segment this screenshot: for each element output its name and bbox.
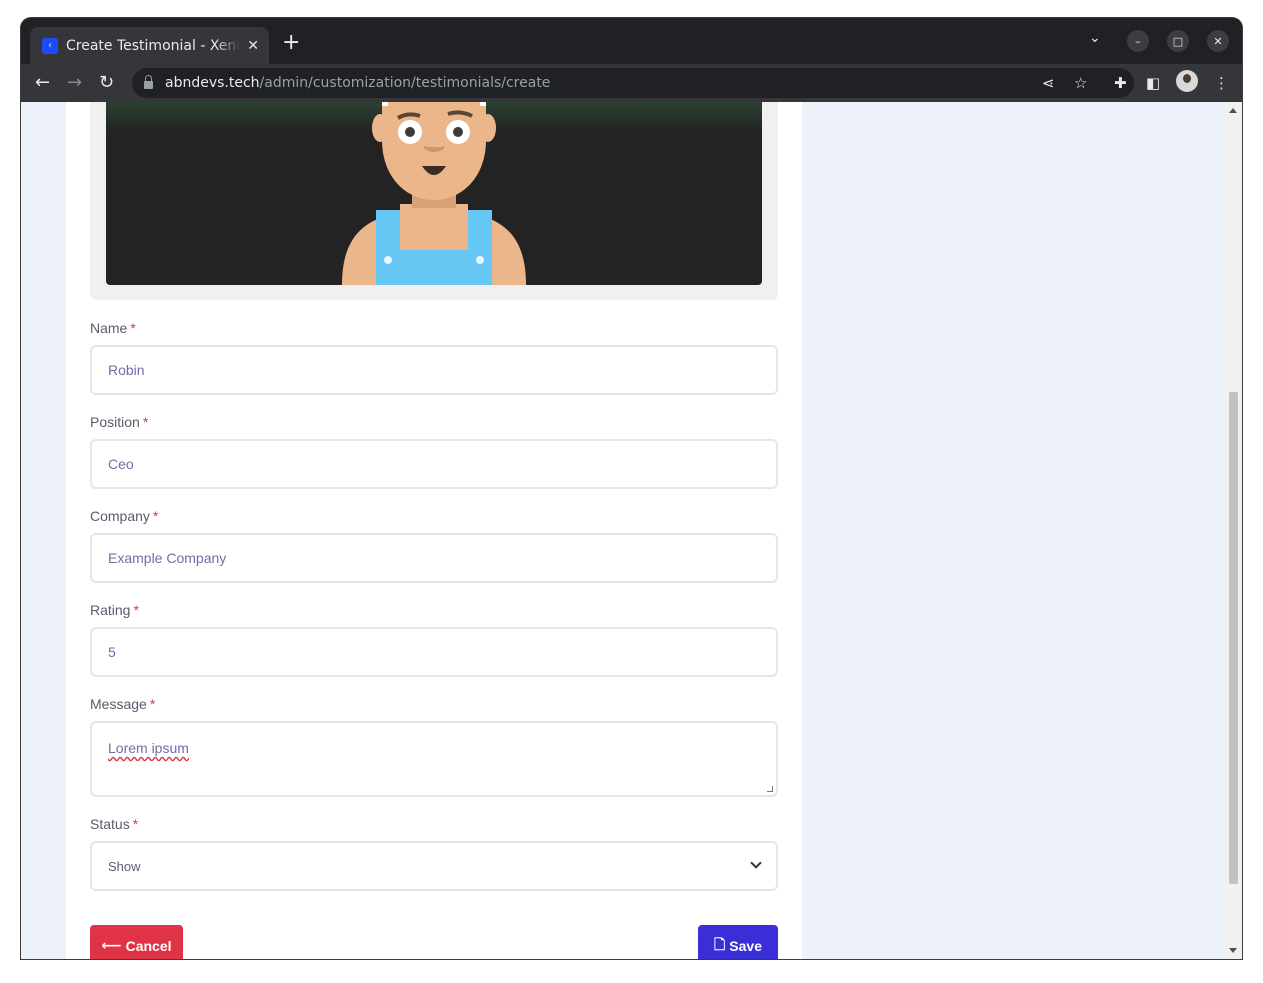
position-label: Position * bbox=[90, 414, 149, 430]
avatar-illustration bbox=[342, 102, 526, 285]
maximize-icon[interactable]: □ bbox=[1167, 30, 1189, 52]
rating-label: Rating * bbox=[90, 602, 139, 618]
page-viewport: Name * Robin Position * Ceo Company * Examp… bbox=[21, 102, 1242, 959]
resize-handle-icon[interactable] bbox=[767, 786, 773, 792]
close-window-icon[interactable]: ✕ bbox=[1207, 30, 1229, 52]
favicon-icon: ‹ bbox=[42, 37, 58, 54]
message-label: Message * bbox=[90, 696, 156, 712]
side-panel-icon[interactable]: ◧ bbox=[1146, 74, 1160, 92]
page-scrollbar[interactable] bbox=[1225, 102, 1242, 959]
company-input[interactable]: Example Company bbox=[90, 533, 778, 583]
new-tab-button[interactable]: + bbox=[282, 30, 300, 55]
chevron-down-icon bbox=[750, 857, 762, 869]
tab-strip: ‹ Create Testimonial - Xenith ✕ + ⌄ – □ … bbox=[21, 18, 1242, 64]
name-input[interactable]: Robin bbox=[90, 345, 778, 395]
url-host: abndevs.tech bbox=[165, 75, 260, 91]
scroll-down-icon[interactable] bbox=[1229, 948, 1237, 953]
kebab-menu-icon[interactable]: ⋮ bbox=[1214, 74, 1229, 92]
save-button[interactable]: 🗋 Save bbox=[698, 925, 778, 959]
company-label: Company * bbox=[90, 508, 159, 524]
rating-input[interactable]: 5 bbox=[90, 627, 778, 677]
lock-icon[interactable] bbox=[144, 75, 153, 89]
minimize-icon[interactable]: – bbox=[1127, 30, 1149, 52]
star-icon[interactable]: ☆ bbox=[1074, 74, 1087, 92]
tab-close-icon[interactable]: ✕ bbox=[247, 38, 259, 54]
browser-toolbar: ← → ↻ abndevs.tech/admin/customization/t… bbox=[21, 64, 1242, 102]
browser-tab[interactable]: ‹ Create Testimonial - Xenith ✕ bbox=[30, 27, 269, 64]
cancel-button[interactable]: ⟵ Cancel bbox=[90, 925, 183, 959]
status-label: Status * bbox=[90, 816, 139, 832]
image-preview-frame bbox=[90, 102, 778, 300]
url-path: /admin/customization/testimonials/create bbox=[259, 75, 551, 91]
reload-icon[interactable]: ↻ bbox=[99, 72, 114, 93]
form-card: Name * Robin Position * Ceo Company * Examp… bbox=[66, 102, 802, 959]
tab-title: Create Testimonial - Xenith bbox=[66, 37, 242, 54]
browser-window: ‹ Create Testimonial - Xenith ✕ + ⌄ – □ … bbox=[21, 18, 1242, 959]
back-icon[interactable]: ← bbox=[35, 72, 50, 93]
tab-search-icon[interactable]: ⌄ bbox=[1089, 30, 1101, 46]
name-label: Name * bbox=[90, 320, 136, 336]
address-bar[interactable]: abndevs.tech/admin/customization/testimo… bbox=[132, 68, 1134, 98]
position-input[interactable]: Ceo bbox=[90, 439, 778, 489]
file-icon: 🗋 bbox=[714, 936, 726, 953]
scroll-thumb[interactable] bbox=[1229, 392, 1238, 884]
share-icon[interactable]: ⋖ bbox=[1042, 74, 1055, 92]
avatar-preview bbox=[106, 102, 762, 285]
profile-avatar[interactable] bbox=[1176, 70, 1198, 92]
arrow-left-icon: ⟵ bbox=[101, 937, 122, 954]
scroll-up-icon[interactable] bbox=[1229, 108, 1237, 113]
message-textarea[interactable]: Lorem ipsum bbox=[90, 721, 778, 797]
forward-icon[interactable]: → bbox=[67, 72, 82, 93]
extensions-icon[interactable]: ✚ bbox=[1114, 74, 1127, 92]
status-select[interactable]: Show bbox=[90, 841, 778, 891]
